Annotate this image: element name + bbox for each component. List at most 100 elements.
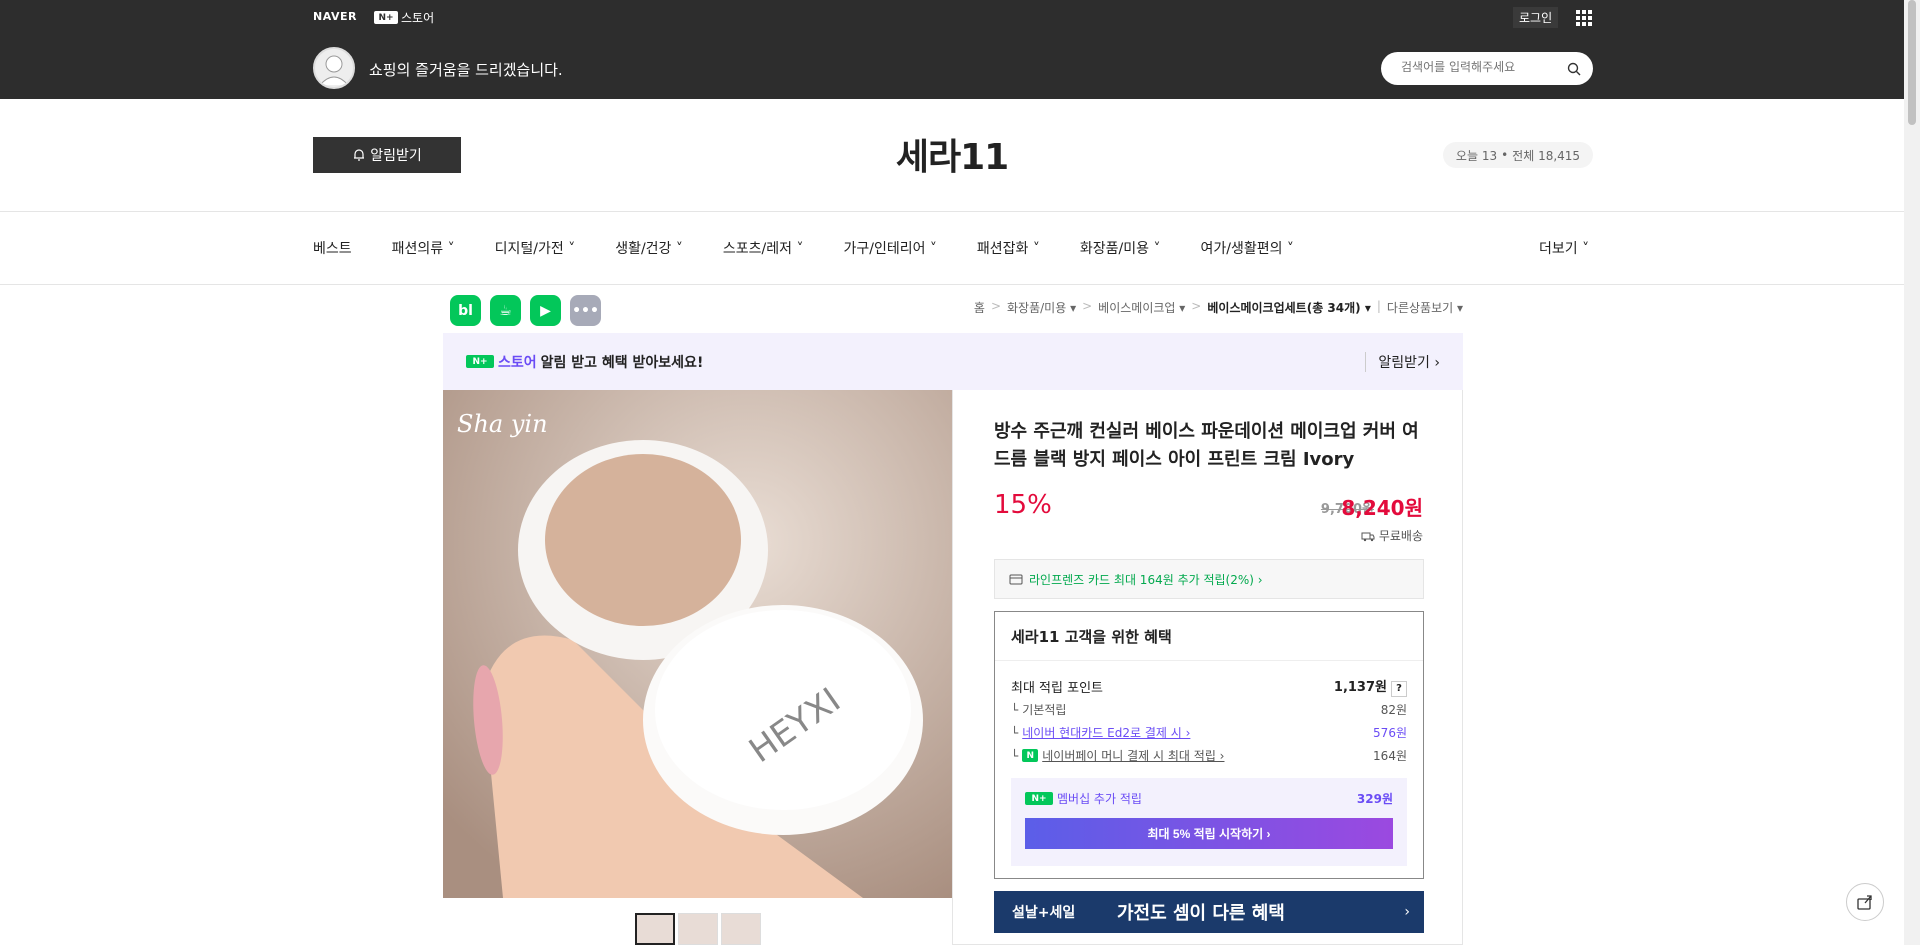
other-products-link[interactable]: 다른상품보기 ▾	[1387, 299, 1463, 316]
thumbnail-list	[635, 913, 761, 945]
nav-more-button[interactable]: 더보기 ˅	[1539, 238, 1589, 258]
sns-share-list: bl ☕ ▶ •••	[450, 295, 601, 326]
basic-points-row: └ 기본적립 82원	[1011, 701, 1407, 718]
naver-logo[interactable]: NAVER	[313, 10, 357, 23]
category-nav: 베스트 패션의류 ˅ 디지털/가전 ˅ 생활/건강 ˅ 스포츠/레저 ˅ 가구/…	[0, 212, 1904, 285]
nav-item-best[interactable]: 베스트	[313, 238, 352, 258]
visit-today: 오늘 13	[1455, 148, 1498, 163]
product-title: 방수 주근깨 컨실러 베이스 파운데이션 메이크업 커버 여드름 블랙 방지 페…	[994, 421, 1419, 470]
product-info: 방수 주근깨 컨실러 베이스 파운데이션 메이크업 커버 여드름 블랙 방지 페…	[952, 390, 1463, 945]
breadcrumb-category-3[interactable]: 베이스메이크업세트(총 34개) ▾	[1207, 299, 1371, 316]
thumbnail-1[interactable]	[635, 913, 675, 945]
basic-points-label: 기본적립	[1022, 703, 1067, 717]
store-header: 알림받기 세라11 오늘 13 • 전체 18,415	[0, 99, 1904, 212]
membership-box: N+ 멤버십 추가 적립 329원 최대 5% 적립 시작하기 ›	[1011, 778, 1407, 866]
product-main-image[interactable]: HEYXI Sha yin	[443, 390, 952, 898]
visit-total: 전체 18,415	[1512, 148, 1581, 163]
notification-banner: N+ 스토어 알림 받고 혜택 받아보세요! 알림받기 ›	[443, 333, 1463, 390]
noti-subscribe-button[interactable]: 알림받기 ›	[1365, 351, 1440, 372]
search-box[interactable]	[1381, 52, 1593, 85]
nav-item-sports[interactable]: 스포츠/레저 ˅	[723, 238, 804, 258]
basic-points-value: 82원	[1380, 703, 1407, 717]
breadcrumb-category-1[interactable]: 화장품/미용 ▾	[1007, 299, 1076, 316]
noti-text: 알림 받고 혜택 받아보세요!	[540, 354, 704, 371]
nstore-label: 스토어	[401, 11, 435, 25]
apps-grid-icon[interactable]	[1576, 10, 1592, 26]
bookmark-share-icon[interactable]: ▶	[530, 295, 561, 326]
visit-count: 오늘 13 • 전체 18,415	[1443, 142, 1593, 168]
store-title[interactable]: 세라11	[0, 128, 1904, 180]
product-content: bl ☕ ▶ ••• 홈 > 화장품/미용 ▾ > 베이스메이크업 ▾ > 베이…	[443, 285, 1463, 945]
sale-price: 8,240원	[1341, 496, 1423, 520]
benefit-box: 세라11 고객을 위한 혜택 최대 적립 포인트 1,137원? └ 기본적립 …	[994, 611, 1424, 879]
max-points-label: 최대 적립 포인트	[1011, 680, 1103, 696]
thumbnail-2[interactable]	[678, 913, 718, 945]
nplus-badge: N+	[374, 11, 398, 24]
truck-icon	[1361, 532, 1375, 541]
row-label: └ N 네이버페이 머니 결제 시 최대 적립 ›	[1011, 747, 1225, 764]
store-avatar	[313, 47, 355, 89]
page-scrollbar[interactable]	[1904, 0, 1920, 945]
row-label: └ 기본적립	[1011, 702, 1067, 718]
max-points-amount: 1,137원	[1333, 680, 1387, 695]
card-points-row: └ 네이버 현대카드 Ed2로 결제 시 › 576원	[1011, 724, 1407, 741]
breadcrumb-separator: >	[1191, 299, 1202, 313]
promo-banner-text: 가전도 셈이 다른 혜택	[1117, 903, 1285, 924]
noti-store-word: 스토어	[498, 354, 537, 371]
login-button[interactable]: 로그인	[1513, 7, 1559, 28]
scrollbar-thumb[interactable]	[1908, 0, 1916, 125]
nav-item-digital[interactable]: 디지털/가전 ˅	[495, 238, 576, 258]
noti-message: N+ 스토어 알림 받고 혜택 받아보세요!	[466, 352, 703, 372]
nav-item-cosmetics[interactable]: 화장품/미용 ˅	[1080, 238, 1161, 258]
card-promo-text: 라인프렌즈 카드 최대 164원 추가 적립(2%) ›	[1029, 572, 1263, 587]
breadcrumb-separator: >	[990, 299, 1002, 313]
nav-item-living[interactable]: 생활/건강 ˅	[615, 238, 683, 258]
blog-share-icon[interactable]: bl	[450, 295, 481, 326]
divider	[995, 660, 1423, 661]
share-icon	[1857, 895, 1872, 910]
thumbnail-3[interactable]	[721, 913, 761, 945]
npay-points-value: 164원	[1373, 749, 1407, 763]
image-watermark: Sha yin	[457, 410, 548, 438]
more-share-icon[interactable]: •••	[570, 295, 601, 326]
breadcrumb-home[interactable]: 홈	[974, 299, 985, 316]
nplus-badge: N+	[1025, 792, 1053, 805]
card-promo[interactable]: 라인프렌즈 카드 최대 164원 추가 적립(2%) ›	[994, 559, 1424, 599]
nav-item-accessories[interactable]: 패션잡화 ˅	[977, 238, 1040, 258]
breadcrumb: 홈 > 화장품/미용 ▾ > 베이스메이크업 ▾ > 베이스메이크업세트(총 3…	[974, 299, 1463, 316]
nav-item-fashion[interactable]: 패션의류 ˅	[392, 238, 455, 258]
card-icon	[1009, 574, 1023, 584]
membership-start-button[interactable]: 최대 5% 적립 시작하기 ›	[1025, 818, 1393, 849]
nplus-badge: N+	[466, 355, 494, 368]
breadcrumb-category-2[interactable]: 베이스메이크업 ▾	[1098, 299, 1185, 316]
top-bar: NAVER N+ 스토어 로그인 쇼핑의 즐거움을 드리겠습니다.	[0, 0, 1904, 99]
nstore-logo[interactable]: N+ 스토어	[374, 9, 434, 26]
membership-label: N+ 멤버십 추가 적립	[1025, 790, 1142, 807]
hyundai-card-link[interactable]: 네이버 현대카드 Ed2로 결제 시 ›	[1022, 724, 1190, 741]
benefit-title: 세라11 고객을 위한 혜택	[1011, 628, 1172, 646]
npay-icon: N	[1022, 749, 1039, 762]
membership-text: 멤버십 추가 적립	[1057, 792, 1142, 806]
promo-banner-tag: 설날+세일	[1012, 905, 1076, 921]
shipping-info: 무료배송	[1361, 527, 1423, 544]
breadcrumb-separator: >	[1082, 299, 1093, 313]
card-points-value: 576원	[1373, 726, 1407, 740]
cafe-share-icon[interactable]: ☕	[490, 295, 521, 326]
shipping-label: 무료배송	[1378, 529, 1423, 543]
help-icon[interactable]: ?	[1391, 680, 1407, 697]
share-button[interactable]	[1846, 883, 1884, 921]
search-input[interactable]	[1401, 60, 1561, 74]
nav-item-leisure[interactable]: 여가/생활편의 ˅	[1200, 238, 1293, 258]
max-points-value: 1,137원?	[1334, 676, 1407, 697]
npay-points-row: └ N 네이버페이 머니 결제 시 최대 적립 › 164원	[1011, 747, 1407, 764]
npay-link[interactable]: 네이버페이 머니 결제 시 최대 적립 ›	[1042, 747, 1224, 764]
row-label: └ 네이버 현대카드 Ed2로 결제 시 ›	[1011, 724, 1191, 741]
promo-banner[interactable]: 설날+세일 가전도 셈이 다른 혜택 ›	[994, 891, 1424, 933]
membership-value: 329원	[1356, 792, 1393, 806]
breadcrumb-divider: |	[1376, 299, 1381, 313]
visit-separator: •	[1501, 148, 1509, 162]
search-icon[interactable]	[1567, 61, 1581, 80]
chevron-right-icon: ›	[1404, 904, 1410, 920]
store-slogan: 쇼핑의 즐거움을 드리겠습니다.	[369, 61, 563, 79]
nav-item-furniture[interactable]: 가구/인테리어 ˅	[843, 238, 936, 258]
